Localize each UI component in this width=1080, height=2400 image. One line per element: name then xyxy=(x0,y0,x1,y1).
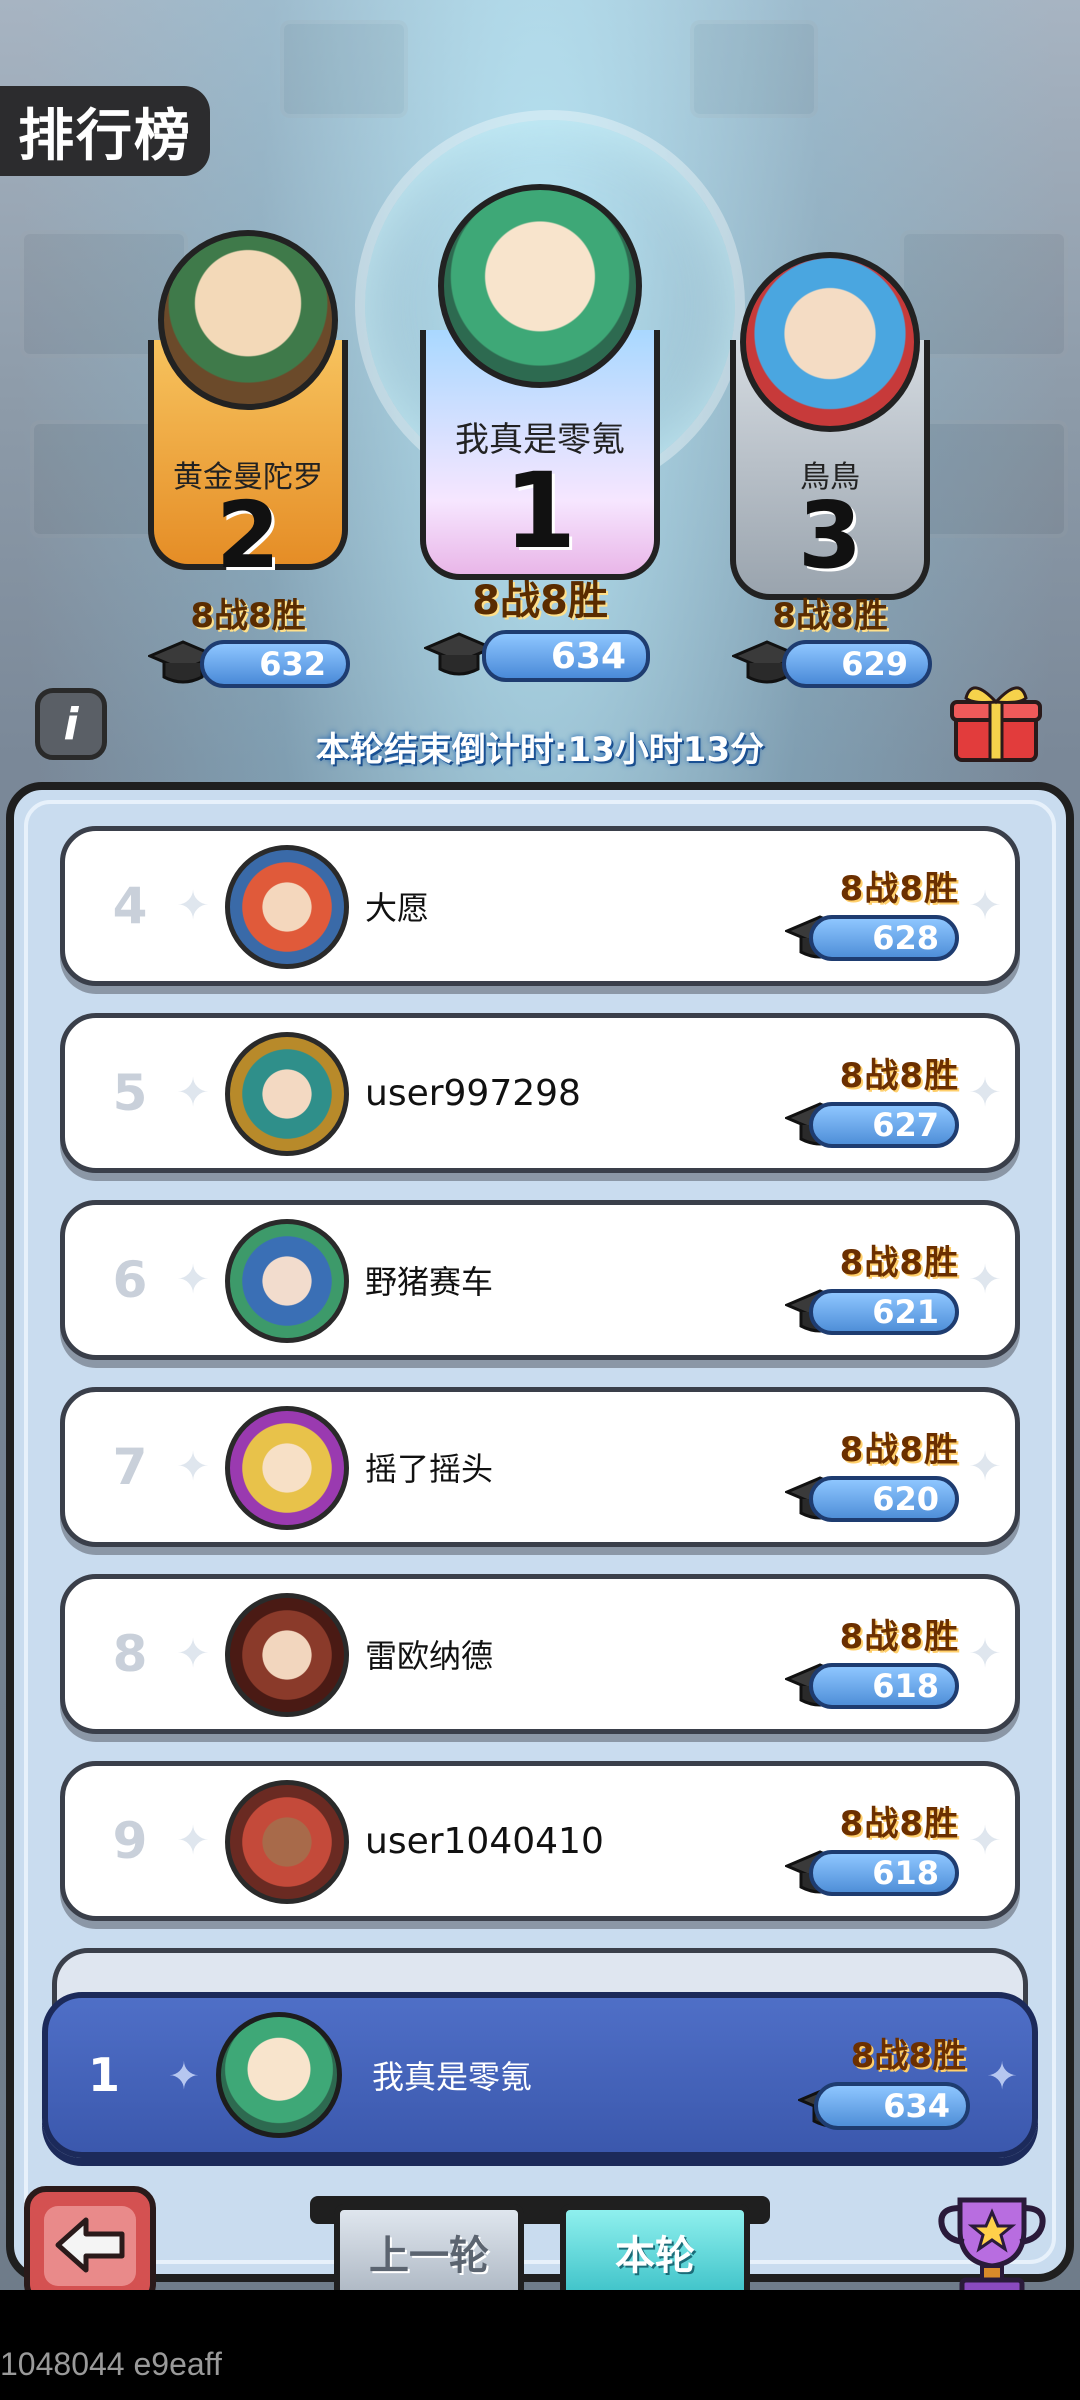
podium-first[interactable]: 我真是零氪 1 8战8胜 634 xyxy=(420,180,660,690)
sparkle-icon: ✦ xyxy=(176,1070,210,1116)
rank-number: 8 xyxy=(112,1625,148,1683)
win-record: 8战8胜 xyxy=(839,1617,959,1657)
player-name: user1040410 xyxy=(365,1820,604,1862)
list-item[interactable]: 4 ✦ 大愿 8战8胜 628 ✦ xyxy=(60,826,1020,986)
sparkle-icon: ✦ xyxy=(176,1257,210,1303)
list-item[interactable]: 7 ✦ 摇了摇头 8战8胜 620 ✦ xyxy=(60,1387,1020,1547)
avatar xyxy=(225,1219,349,1343)
player-name: 摇了摇头 xyxy=(365,1450,494,1488)
list-item[interactable]: 9 ✦ user1040410 8战8胜 618 ✦ xyxy=(60,1761,1020,1921)
back-arrow-icon xyxy=(55,2217,125,2273)
round-countdown: 本轮结束倒计时:13小时13分 xyxy=(315,730,765,770)
score: 618 xyxy=(809,1850,959,1896)
sparkle-icon: ✦ xyxy=(968,1070,1002,1116)
win-record: 8战8胜 xyxy=(839,1243,959,1283)
list-item[interactable]: 8 ✦ 雷欧纳德 8战8胜 618 ✦ xyxy=(60,1574,1020,1734)
my-rank-row[interactable]: 1 ✦ 我真是零氪 8战8胜 634 ✦ xyxy=(42,1992,1038,2158)
avatar xyxy=(225,1032,349,1156)
sparkle-icon: ✦ xyxy=(968,883,1002,929)
podium-score: 634 xyxy=(482,630,650,682)
player-name: 我真是零氪 xyxy=(372,2058,533,2096)
podium-rank: 3 xyxy=(797,482,862,589)
rank-number: 6 xyxy=(112,1251,148,1309)
rank-number: 4 xyxy=(112,877,148,935)
podium-third[interactable]: 鳥鳥 3 8战8胜 629 xyxy=(730,240,932,690)
score: 618 xyxy=(809,1663,959,1709)
score: 620 xyxy=(809,1476,959,1522)
sparkle-icon: ✦ xyxy=(176,1444,210,1490)
win-record: 8战8胜 xyxy=(839,869,959,909)
rank-number: 9 xyxy=(112,1812,148,1870)
sparkle-icon: ✦ xyxy=(968,1257,1002,1303)
player-name: user997298 xyxy=(365,1072,581,1114)
page-title: 排行榜 xyxy=(0,86,210,176)
rank-number: 5 xyxy=(112,1064,148,1122)
avatar xyxy=(438,184,642,388)
avatar xyxy=(216,2012,342,2138)
sparkle-icon: ✦ xyxy=(986,2054,1018,2098)
win-record: 8战8胜 xyxy=(850,2036,966,2076)
rank-number: 7 xyxy=(112,1438,148,1496)
tab-current-round[interactable]: 本轮 xyxy=(560,2204,750,2300)
avatar xyxy=(225,845,349,969)
podium-record: 8战8胜 xyxy=(772,596,888,636)
sparkle-icon: ✦ xyxy=(968,1818,1002,1864)
avatar xyxy=(740,252,920,432)
win-record: 8战8胜 xyxy=(839,1430,959,1470)
footer-id: 1048044 e9eaff xyxy=(0,2346,222,2382)
avatar xyxy=(225,1593,349,1717)
sparkle-icon: ✦ xyxy=(176,883,210,929)
podium-record: 8战8胜 xyxy=(472,578,608,624)
podium-second[interactable]: 黄金曼陀罗 2 8战8胜 632 xyxy=(148,210,350,690)
avatar xyxy=(225,1780,349,1904)
tab-previous-round[interactable]: 上一轮 xyxy=(334,2204,524,2300)
player-name: 大愿 xyxy=(365,889,430,927)
score: 634 xyxy=(814,2082,970,2130)
sparkle-icon: ✦ xyxy=(176,1631,210,1677)
avatar xyxy=(225,1406,349,1530)
back-button[interactable] xyxy=(24,2186,156,2306)
score: 621 xyxy=(809,1289,959,1335)
list-item[interactable]: 5 ✦ user997298 8战8胜 627 ✦ xyxy=(60,1013,1020,1173)
podium-rank: 2 xyxy=(215,482,280,589)
podium-record: 8战8胜 xyxy=(190,596,306,636)
bottom-bar xyxy=(0,2290,1080,2400)
list-item[interactable]: 6 ✦ 野猪赛车 8战8胜 621 ✦ xyxy=(60,1200,1020,1360)
rank-number: 1 xyxy=(88,2048,121,2102)
player-name: 雷欧纳德 xyxy=(365,1637,494,1675)
trophy-icon[interactable] xyxy=(932,2186,1052,2306)
sparkle-icon: ✦ xyxy=(968,1631,1002,1677)
avatar xyxy=(158,230,338,410)
score: 627 xyxy=(809,1102,959,1148)
score: 628 xyxy=(809,915,959,961)
player-name: 野猪赛车 xyxy=(365,1263,494,1301)
podium-score: 632 xyxy=(200,640,350,688)
sparkle-icon: ✦ xyxy=(168,2054,200,2098)
win-record: 8战8胜 xyxy=(839,1804,959,1844)
sparkle-icon: ✦ xyxy=(968,1444,1002,1490)
podium-rank: 1 xyxy=(503,450,577,572)
sparkle-icon: ✦ xyxy=(176,1818,210,1864)
podium-score: 629 xyxy=(782,640,932,688)
win-record: 8战8胜 xyxy=(839,1056,959,1096)
